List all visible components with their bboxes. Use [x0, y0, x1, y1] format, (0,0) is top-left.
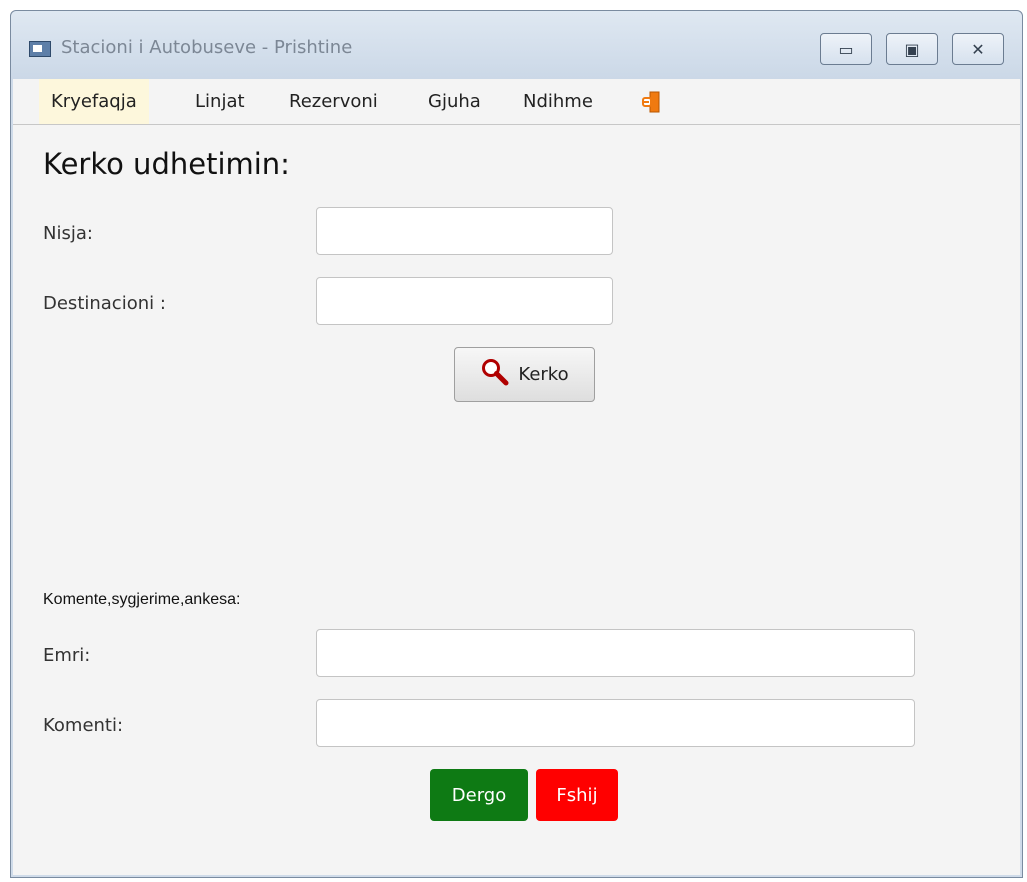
search-heading: Kerko udhetimin:: [43, 147, 290, 181]
comment-input[interactable]: [316, 699, 915, 747]
minimize-icon: ▭: [838, 39, 854, 59]
feedback-heading: Komente,sygjerime,ankesa:: [43, 591, 241, 608]
destination-label: Destinacioni :: [43, 293, 166, 314]
departure-label: Nisja:: [43, 223, 93, 244]
title-bar[interactable]: Stacioni i Autobuseve - Prishtine ▭ ▣ ✕: [11, 11, 1022, 79]
magnifier-icon: [480, 357, 510, 392]
menu-item-linjat[interactable]: Linjat: [183, 79, 257, 124]
menu-item-gjuha[interactable]: Gjuha: [416, 79, 493, 124]
app-icon: [29, 41, 51, 57]
menu-item-rezervoni[interactable]: Rezervoni: [277, 79, 390, 124]
app-window: Stacioni i Autobuseve - Prishtine ▭ ▣ ✕ …: [10, 10, 1023, 878]
maximize-icon: ▣: [904, 39, 920, 59]
window-title: Stacioni i Autobuseve - Prishtine: [61, 37, 353, 58]
exit-door-icon[interactable]: [641, 91, 661, 113]
departure-input[interactable]: [316, 207, 613, 255]
name-input[interactable]: [316, 629, 915, 677]
comment-label: Komenti:: [43, 715, 124, 736]
minimize-button[interactable]: ▭: [820, 33, 872, 65]
close-icon: ✕: [971, 39, 985, 59]
menu-item-kryefaqja[interactable]: Kryefaqja: [39, 79, 149, 124]
clear-button[interactable]: Fshij: [536, 769, 618, 821]
name-label: Emri:: [43, 645, 91, 666]
search-button-label: Kerko: [518, 364, 569, 385]
destination-input[interactable]: [316, 277, 613, 325]
menu-item-ndihme[interactable]: Ndihme: [511, 79, 605, 124]
send-button[interactable]: Dergo: [430, 769, 528, 821]
maximize-button[interactable]: ▣: [886, 33, 938, 65]
search-button[interactable]: Kerko: [454, 347, 595, 402]
main-content: Kerko udhetimin: Nisja: Destinacioni : K…: [13, 125, 1020, 875]
menu-bar: Kryefaqja Linjat Rezervoni Gjuha Ndihme: [13, 79, 1020, 125]
close-button[interactable]: ✕: [952, 33, 1004, 65]
